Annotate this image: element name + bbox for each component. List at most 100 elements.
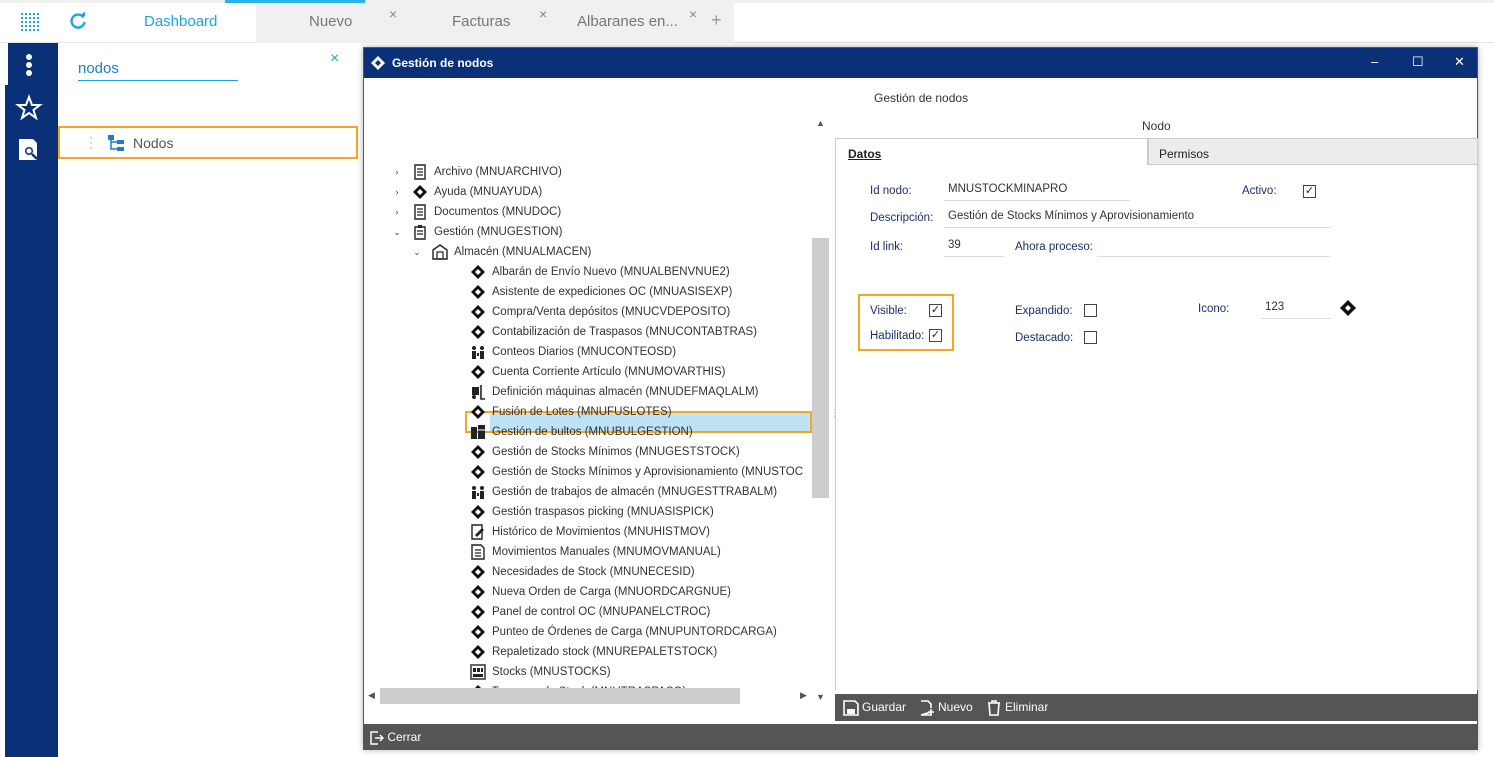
maximize-button[interactable]: ☐ <box>1412 54 1424 70</box>
search-result-label: Nodos <box>133 135 174 151</box>
tree-node[interactable]: › Ayuda (MNUAYUDA) <box>364 182 812 202</box>
trash-icon <box>988 700 1000 716</box>
expand-arrow-icon[interactable]: › <box>392 202 402 222</box>
activo-checkbox[interactable]: ✓ <box>1303 185 1316 198</box>
apps-grid-icon[interactable] <box>20 12 40 32</box>
tree-node-label: Gestión (MNUGESTION) <box>434 226 563 238</box>
tree-vertical-scrollbar[interactable] <box>812 238 829 498</box>
tree-node[interactable]: Movimientos Manuales (MNUMOVMANUAL) <box>364 542 812 562</box>
tree-node[interactable]: Fusión de Lotes (MNUFUSLOTES) <box>364 402 812 422</box>
tab-permisos[interactable]: Permisos <box>1148 138 1478 165</box>
detail-tabs: Datos Permisos <box>835 138 1478 165</box>
tree-node-label: Asistente de expediciones OC (MNUASISEXP… <box>492 286 733 298</box>
dialog-titlebar[interactable]: Gestión de nodos – ☐ ✕ <box>364 48 1477 78</box>
tree-node[interactable]: Nueva Orden de Carga (MNUORDCARGNUE) <box>364 582 812 602</box>
more-vertical-icon[interactable] <box>14 50 44 80</box>
expand-arrow-icon[interactable]: › <box>392 182 402 202</box>
search-document-icon[interactable] <box>14 135 44 165</box>
tree-node[interactable]: Gestión de bultos (MNUBULGESTION) <box>364 422 812 442</box>
document-icon <box>414 204 426 220</box>
tab-facturas[interactable]: Facturas <box>452 0 510 43</box>
tree-node[interactable]: ⌄ Gestión (MNUGESTION) <box>364 222 812 242</box>
icono-field[interactable]: 123 <box>1261 299 1331 319</box>
tab-nuevo[interactable]: Nuevo <box>309 0 352 43</box>
forklift-icon <box>472 385 485 400</box>
tree-node[interactable]: Gestión de Stocks Mínimos y Aprovisionam… <box>364 462 812 482</box>
tree-node[interactable]: Albarán de Envío Nuevo (MNUALBENVNUE2) <box>364 262 812 282</box>
tree-node[interactable]: Gestión de Stocks Mínimos (MNUGESTSTOCK) <box>364 442 812 462</box>
activo-label: Activo: <box>1242 185 1277 197</box>
tree-node[interactable]: Gestión traspasos picking (MNUASISPICK) <box>364 502 812 522</box>
edit-doc-icon <box>471 524 484 540</box>
add-tab-icon[interactable]: + <box>711 10 722 31</box>
clear-search-icon[interactable]: × <box>330 50 339 68</box>
expandido-checkbox[interactable] <box>1084 304 1097 317</box>
nodo-header: Nodo <box>1142 119 1171 133</box>
id-link-field[interactable]: 39 <box>944 237 1004 257</box>
scroll-right-icon[interactable]: ▶ <box>800 690 807 701</box>
tree-node[interactable]: Repaletizado stock (MNUREPALETSTOCK) <box>364 642 812 662</box>
habilitado-checkbox[interactable]: ✓ <box>929 329 942 342</box>
tree-node[interactable]: › Documentos (MNUDOC) <box>364 202 812 222</box>
tree-node-label: Histórico de Movimientos (MNUHISTMOV) <box>492 526 710 538</box>
star-icon[interactable] <box>14 93 44 123</box>
expand-arrow-icon[interactable]: › <box>392 162 402 182</box>
tree-node[interactable]: Histórico de Movimientos (MNUHISTMOV) <box>364 522 812 542</box>
tab-albaranes-close-icon[interactable]: × <box>689 6 697 22</box>
minimize-button[interactable]: – <box>1371 54 1378 69</box>
descripcion-field[interactable]: Gestión de Stocks Mínimos y Aprovisionam… <box>944 208 1331 228</box>
tree-node-label: Gestión de trabajos de almacén (MNUGESTT… <box>492 486 778 498</box>
tree-node[interactable]: Contabilización de Traspasos (MNUCONTABT… <box>364 322 812 342</box>
node-tree[interactable]: › Archivo (MNUARCHIVO) › Ayuda (MNUAYUDA) › D… <box>364 114 829 704</box>
scroll-left-icon[interactable]: ◀ <box>368 690 375 701</box>
tree-icon <box>108 135 124 151</box>
tree-node[interactable]: Definición máquinas almacén (MNUDEFMAQLA… <box>364 382 812 402</box>
tree-node[interactable]: Compra/Venta depósitos (MNUCVDEPOSITO) <box>364 302 812 322</box>
tree-node[interactable]: Panel de control OC (MNUPANELCTROC) <box>364 602 812 622</box>
tab-dashboard[interactable]: Dashboard <box>144 0 217 43</box>
tab-nuevo-close-icon[interactable]: × <box>389 6 397 22</box>
tab-datos-label: Datos <box>848 147 882 161</box>
destacado-label: Destacado: <box>1015 332 1074 344</box>
tree-node-label: Archivo (MNUARCHIVO) <box>434 166 562 178</box>
tree-node-label: Albarán de Envío Nuevo (MNUALBENVNUE2) <box>492 266 730 278</box>
refresh-icon[interactable] <box>68 11 88 31</box>
eliminar-button[interactable]: Eliminar <box>986 700 1048 716</box>
ahora-icon <box>471 405 485 419</box>
expand-arrow-icon[interactable]: ⌄ <box>412 242 422 262</box>
tree-horizontal-scrollbar[interactable] <box>380 688 740 704</box>
tree-node[interactable]: Punteo de Órdenes de Carga (MNUPUNTORDCA… <box>364 622 812 642</box>
dialog-footer: Cerrar <box>364 724 1477 750</box>
tree-node[interactable]: Conteos Diarios (MNUCONTEOSD) <box>364 342 812 362</box>
nuevo-button[interactable]: Nuevo <box>919 700 973 716</box>
tree-node[interactable]: Stocks (MNUSTOCKS) <box>364 662 812 682</box>
destacado-checkbox[interactable] <box>1084 331 1097 344</box>
tree-node[interactable]: Necesidades de Stock (MNUNECESID) <box>364 562 812 582</box>
menu-search-input[interactable] <box>78 57 238 81</box>
icono-label: Icono: <box>1198 303 1230 315</box>
scroll-up-icon[interactable]: ▲ <box>816 118 825 128</box>
tree-node-label: Punteo de Órdenes de Carga (MNUPUNTORDCA… <box>492 626 777 638</box>
list-doc-icon <box>471 544 485 560</box>
tree-node[interactable]: › Archivo (MNUARCHIVO) <box>364 162 812 182</box>
id-nodo-field[interactable]: MNUSTOCKMINAPRO <box>944 181 1130 201</box>
descripcion-label: Descripción: <box>870 212 934 224</box>
tree-node[interactable]: Cuenta Corriente Artículo (MNUMOVARTHIS) <box>364 362 812 382</box>
tree-node[interactable]: ⌄ Almacén (MNUALMACEN) <box>364 242 812 262</box>
tree-node[interactable]: Gestión de trabajos de almacén (MNUGESTT… <box>364 482 812 502</box>
new-document-icon <box>920 700 934 716</box>
search-result-nodos[interactable]: ⋮ Nodos <box>58 126 358 159</box>
scroll-down-icon[interactable]: ▼ <box>816 692 825 702</box>
tab-albaranes[interactable]: Albaranes en... <box>577 0 678 43</box>
cerrar-button[interactable]: Cerrar <box>370 730 421 745</box>
drag-handle-icon[interactable]: ⋮ <box>84 134 98 151</box>
close-dialog-button[interactable]: ✕ <box>1454 54 1465 70</box>
tab-datos[interactable]: Datos <box>835 138 1148 165</box>
ahora-proceso-field[interactable] <box>1097 237 1331 257</box>
guardar-button[interactable]: Guardar <box>843 700 906 716</box>
tree-node-label: Contabilización de Traspasos (MNUCONTABT… <box>492 326 758 338</box>
tree-node[interactable]: Asistente de expediciones OC (MNUASISEXP… <box>364 282 812 302</box>
visible-checkbox[interactable]: ✓ <box>929 304 942 317</box>
tab-facturas-close-icon[interactable]: × <box>539 6 547 22</box>
expand-arrow-icon[interactable]: ⌄ <box>392 222 402 242</box>
